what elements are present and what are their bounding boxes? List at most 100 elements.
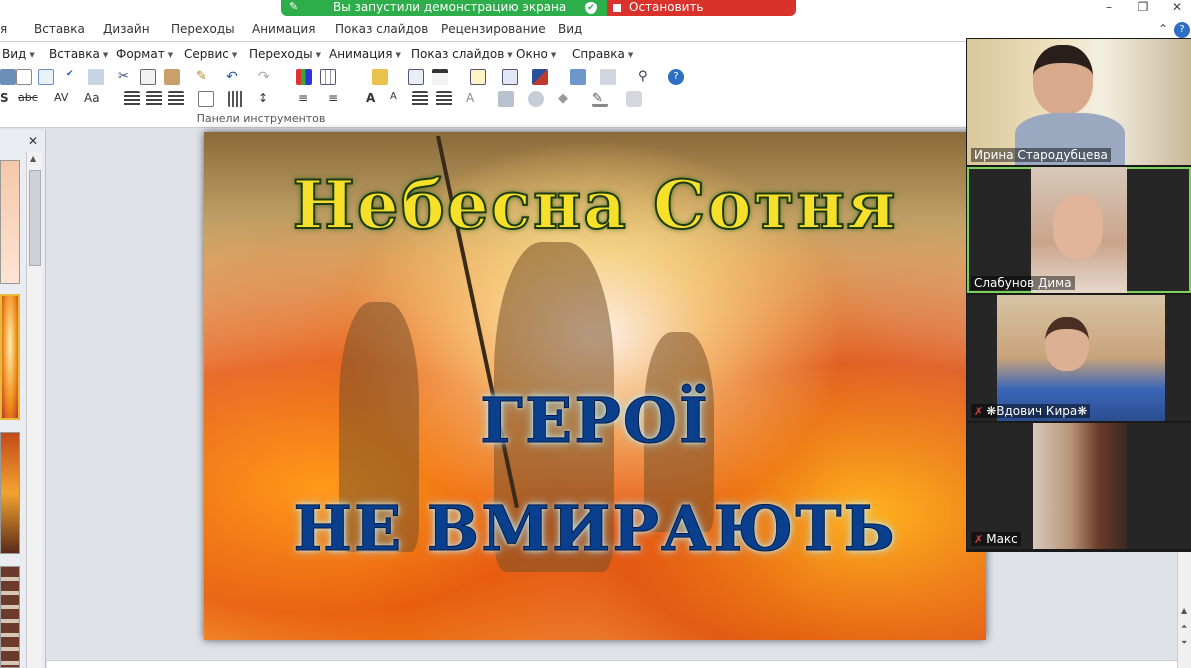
shape-fill-icon[interactable] — [498, 91, 514, 107]
help-icon[interactable]: ? — [1174, 22, 1190, 38]
line-color-icon[interactable]: ✎ — [592, 91, 608, 107]
slide-editing-canvas[interactable]: Небесна Сотня ГЕРОЇ НЕ ВМИРАЮТЬ — [47, 130, 986, 660]
bullet-list-icon[interactable]: ≡ — [328, 91, 344, 107]
design-icon[interactable] — [532, 69, 548, 85]
research-icon[interactable] — [88, 69, 104, 85]
ribbon-tab-design[interactable]: Дизайн — [103, 22, 150, 36]
menu-format[interactable]: Формат ▼ — [116, 47, 173, 61]
slide-thumbnail-3[interactable] — [0, 432, 20, 554]
char-spacing-icon[interactable]: AV — [54, 91, 74, 107]
layout-icon[interactable] — [502, 69, 518, 85]
slide-thumbnail-1[interactable] — [0, 160, 20, 284]
slide-thumbnail-2[interactable] — [0, 294, 20, 420]
shape-effects-icon[interactable] — [528, 91, 544, 107]
participant-name-text: Макс — [986, 532, 1018, 546]
scroll-thumb[interactable] — [29, 170, 41, 266]
align-left-icon[interactable] — [124, 91, 140, 107]
menu-slideshow[interactable]: Показ слайдов ▼ — [411, 47, 513, 61]
arrange-icon[interactable] — [600, 69, 616, 85]
strikethrough-icon[interactable]: abc — [18, 91, 46, 107]
stop-share-button[interactable]: Остановить демонстрацию — [607, 0, 796, 28]
align-right-icon[interactable] — [168, 91, 184, 107]
chevron-down-icon: ▼ — [231, 50, 238, 59]
scroll-up-icon[interactable]: ▲ — [1181, 606, 1187, 615]
save-icon[interactable] — [0, 69, 16, 85]
shapes-icon[interactable] — [570, 69, 586, 85]
numbered-list-icon[interactable]: ≡ — [298, 91, 314, 107]
paste-icon[interactable] — [164, 69, 180, 85]
menu-animation[interactable]: Анимация ▼ — [329, 47, 401, 61]
text-direction-icon[interactable] — [228, 91, 244, 107]
insert-table-icon[interactable] — [408, 69, 424, 85]
notes-pane[interactable] — [47, 660, 1177, 668]
ribbon-tab-review[interactable]: Рецензирование — [441, 22, 546, 36]
ribbon-tab-file[interactable]: я — [0, 22, 7, 36]
format-painter-icon[interactable]: ✎ — [196, 69, 212, 85]
slide-title-line1[interactable]: Небесна Сотня — [204, 165, 986, 245]
copy-icon[interactable] — [140, 69, 156, 85]
indent-decrease-icon[interactable] — [412, 91, 428, 107]
new-slide-icon[interactable] — [470, 69, 486, 85]
chevron-down-icon: ▼ — [395, 50, 401, 59]
menu-transitions[interactable]: Переходы ▼ — [249, 47, 321, 61]
slide-thumbnail-4[interactable] — [0, 566, 20, 668]
undo-icon[interactable]: ↶ — [226, 69, 242, 85]
close-pane-icon[interactable]: ✕ — [28, 134, 38, 148]
ribbon-tab-animation[interactable]: Анимация — [252, 22, 315, 36]
chart-icon[interactable] — [296, 69, 312, 85]
shadow-icon[interactable] — [626, 91, 642, 107]
thumbnails-scrollbar[interactable]: ▲ — [26, 152, 42, 668]
slide-title-line3[interactable]: НЕ ВМИРАЮТЬ — [204, 492, 986, 566]
align-center-icon[interactable] — [146, 91, 162, 107]
menu-window[interactable]: Окно ▼ — [516, 47, 556, 61]
menu-tools[interactable]: Сервис ▼ — [184, 47, 237, 61]
chevron-down-icon: ▼ — [550, 50, 557, 59]
change-case-icon[interactable]: Aa — [84, 91, 106, 107]
menu-insert[interactable]: Вставка ▼ — [49, 47, 108, 61]
print-preview-icon[interactable] — [16, 69, 32, 85]
participant-tile-2[interactable]: Слабунов Дима — [967, 167, 1191, 293]
indent-increase-icon[interactable] — [436, 91, 452, 107]
strikethrough-s-icon[interactable]: S — [0, 91, 16, 107]
participant-tile-3[interactable]: ✗ ❋Вдович Кира❋ — [967, 295, 1191, 421]
slide-title-line2[interactable]: ГЕРОЇ — [204, 384, 986, 458]
minimize-button[interactable]: – — [1098, 0, 1120, 14]
pencil-icon[interactable]: ✎ — [289, 0, 298, 13]
redo-icon[interactable]: ↷ — [258, 69, 274, 85]
ribbon-tab-view[interactable]: Вид — [558, 22, 582, 36]
participant-face — [1053, 195, 1103, 259]
line-spacing-icon[interactable]: ↕ — [258, 91, 274, 107]
header-icon[interactable] — [432, 69, 448, 85]
menu-format-label: Формат — [116, 47, 165, 61]
folder-icon[interactable] — [372, 69, 388, 85]
cut-icon[interactable]: ✂ — [118, 69, 134, 85]
paint-bucket-icon[interactable]: ◆ — [558, 91, 574, 107]
ribbon-tab-slideshow[interactable]: Показ слайдов — [335, 22, 428, 36]
columns-icon[interactable] — [198, 91, 214, 107]
participant-tile-4[interactable]: ✗ Макс — [967, 423, 1191, 549]
increase-font-icon[interactable]: A — [366, 91, 382, 107]
scroll-up-icon[interactable]: ▲ — [30, 154, 36, 163]
font-color-icon[interactable]: A — [466, 91, 482, 107]
help-icon[interactable]: ? — [668, 69, 684, 85]
restore-button[interactable]: ❐ — [1132, 0, 1154, 14]
chevron-down-icon: ▼ — [167, 50, 174, 59]
prev-slide-icon[interactable]: ⏶ — [1181, 622, 1187, 632]
menu-help[interactable]: Справка ▼ — [572, 47, 633, 61]
ribbon-tab-transitions[interactable]: Переходы — [171, 22, 235, 36]
participant-tile-1[interactable]: Ирина Стародубцева — [967, 39, 1191, 165]
close-window-button[interactable]: ✕ — [1166, 0, 1188, 14]
next-slide-icon[interactable]: ⏷ — [1181, 638, 1187, 648]
slide-icon[interactable] — [38, 69, 54, 85]
slide-thumbnails-pane: ✕ ▲ — [0, 130, 46, 668]
table-icon[interactable] — [320, 69, 336, 85]
collapse-ribbon-icon[interactable]: ⌃ — [1156, 22, 1170, 36]
decrease-font-icon[interactable]: A — [390, 91, 406, 107]
current-slide[interactable]: Небесна Сотня ГЕРОЇ НЕ ВМИРАЮТЬ — [204, 132, 986, 640]
zoom-icon[interactable]: ⚲ — [638, 69, 654, 85]
ribbon-tab-insert[interactable]: Вставка — [34, 22, 85, 36]
menu-view[interactable]: Вид ▼ — [2, 47, 35, 61]
spellcheck-icon[interactable]: ✔ — [66, 69, 82, 85]
chevron-down-icon: ▼ — [507, 50, 513, 59]
vertical-scrollbar[interactable]: ▲ ⏶ ⏷ — [1177, 552, 1191, 668]
